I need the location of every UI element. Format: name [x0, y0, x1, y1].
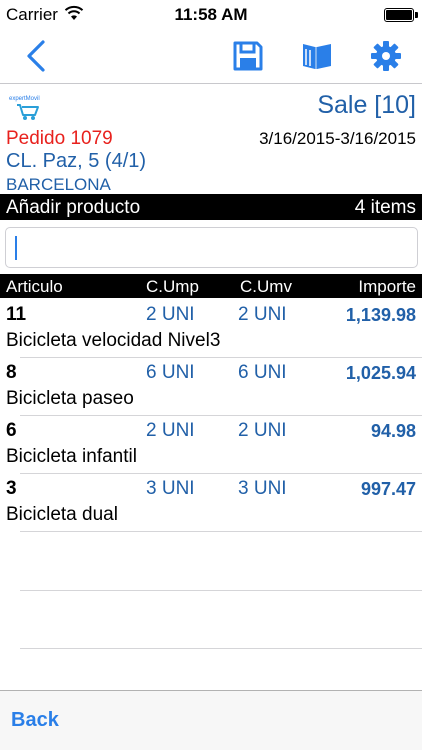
gear-icon[interactable]	[368, 38, 404, 74]
column-header-cumv: C.Umv	[240, 277, 292, 296]
column-header-cump: C.Ump	[146, 277, 199, 296]
item-count: 4 items	[354, 197, 416, 218]
add-product-label: Añadir producto	[6, 197, 141, 218]
svg-text:expertMovil: expertMovil	[9, 96, 40, 102]
book-icon[interactable]	[299, 38, 335, 74]
status-bar: Carrier 11:58 AM	[0, 0, 422, 30]
table-row[interactable]: 11 2 UNI 2 UNI 1,139.98 Bicicleta veloci…	[0, 300, 422, 358]
column-header-articulo: Articulo	[6, 277, 63, 296]
save-icon[interactable]	[230, 38, 266, 74]
row-description: Bicicleta dual	[6, 504, 118, 525]
row-description: Bicicleta paseo	[6, 388, 134, 409]
table-row[interactable]: 6 2 UNI 2 UNI 94.98 Bicicleta infantil	[0, 416, 422, 474]
product-search-input[interactable]	[6, 228, 417, 267]
customer-address: CL. Paz, 5 (4/1)	[6, 150, 147, 172]
row-importe: 1,025.94	[345, 363, 416, 383]
row-cump: 3 UNI	[146, 478, 195, 499]
order-header: expertMovil Sale [10] Pedido 1079 3/16/2…	[0, 86, 422, 194]
row-cump: 2 UNI	[146, 304, 195, 325]
row-description: Bicicleta infantil	[6, 446, 137, 467]
bottom-toolbar: Back	[0, 690, 422, 750]
row-quantity: 11	[6, 304, 27, 325]
row-cumv: 3 UNI	[238, 478, 287, 499]
back-chevron-icon[interactable]	[18, 38, 54, 74]
row-cump: 6 UNI	[146, 362, 195, 383]
empty-row-divider	[20, 648, 422, 649]
row-importe: 94.98	[370, 421, 416, 441]
product-search-box[interactable]	[5, 227, 418, 268]
text-cursor	[15, 236, 17, 260]
row-description: Bicicleta velocidad Nivel3	[6, 330, 221, 351]
table-row[interactable]: 3 3 UNI 3 UNI 997.47 Bicicleta dual	[0, 474, 422, 532]
battery-icon	[384, 8, 418, 22]
expertmovil-logo: expertMovil	[8, 92, 44, 122]
row-quantity: 8	[6, 362, 17, 383]
row-quantity: 3	[6, 478, 17, 499]
customer-city: BARCELONA	[6, 175, 111, 194]
row-quantity: 6	[6, 420, 17, 441]
row-cumv: 2 UNI	[238, 420, 287, 441]
order-number: Pedido 1079	[6, 128, 113, 149]
sale-label: Sale [10]	[317, 91, 416, 119]
back-button[interactable]: Back	[11, 709, 59, 732]
row-importe: 997.47	[360, 479, 416, 499]
row-cumv: 2 UNI	[238, 304, 287, 325]
navigation-bar	[0, 30, 422, 84]
clock: 11:58 AM	[174, 5, 248, 24]
date-range: 3/16/2015-3/16/2015	[259, 129, 416, 148]
column-header-importe: Importe	[358, 277, 416, 296]
row-divider	[20, 531, 422, 532]
empty-row-divider	[20, 590, 422, 591]
add-product-bar[interactable]: Añadir producto 4 items	[0, 194, 422, 220]
row-cumv: 6 UNI	[238, 362, 287, 383]
row-importe: 1,139.98	[345, 305, 416, 325]
row-cump: 2 UNI	[146, 420, 195, 441]
table-row[interactable]: 8 6 UNI 6 UNI 1,025.94 Bicicleta paseo	[0, 358, 422, 416]
table-header: Articulo C.Ump C.Umv Importe	[0, 274, 422, 298]
